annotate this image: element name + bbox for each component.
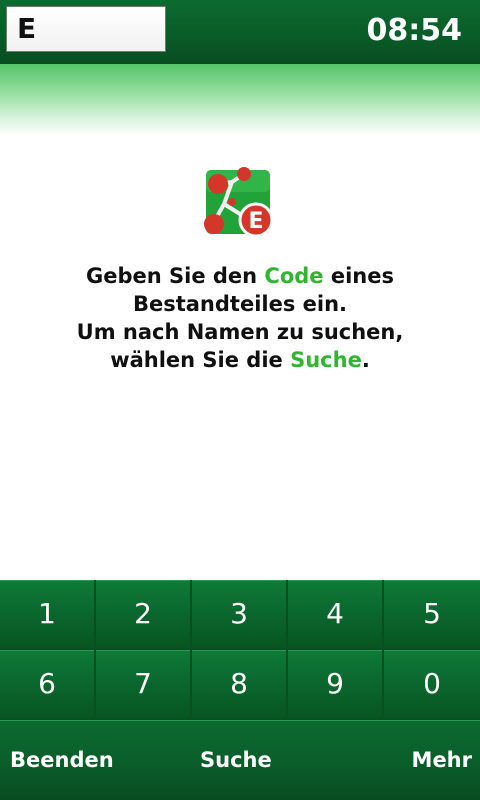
key-9[interactable]: 9	[288, 650, 382, 718]
clock: 08:54	[366, 13, 463, 48]
bottom-menu-bar: Beenden Suche Mehr	[0, 720, 480, 800]
more-button[interactable]: Mehr	[412, 745, 472, 775]
key-8[interactable]: 8	[192, 650, 286, 718]
top-bar: E 08:54	[0, 0, 480, 64]
header-gradient	[0, 64, 480, 136]
search-highlight: Suche	[290, 348, 362, 372]
app-logo-icon: E	[200, 164, 276, 240]
code-input[interactable]: E	[6, 6, 166, 52]
logo-badge-letter: E	[248, 209, 263, 234]
key-4[interactable]: 4	[288, 580, 382, 648]
key-1[interactable]: 1	[0, 580, 94, 648]
message-line-1: Geben Sie den Code eines	[85, 264, 394, 288]
instruction-message: Geben Sie den Code eines Bestandteiles e…	[0, 262, 480, 374]
numeric-keypad: 1 2 3 4 5 6 7 8 9 0	[0, 580, 480, 720]
exit-button[interactable]: Beenden	[10, 745, 114, 775]
screen: E 08:54 E Geben Sie den Code eines Besta…	[0, 0, 480, 800]
key-2[interactable]: 2	[96, 580, 190, 648]
message-line-2: Bestandteiles ein.	[132, 292, 348, 316]
code-highlight: Code	[264, 264, 324, 288]
message-line-3: Um nach Namen zu suchen,	[76, 320, 404, 344]
key-0[interactable]: 0	[384, 650, 480, 718]
key-3[interactable]: 3	[192, 580, 286, 648]
key-5[interactable]: 5	[384, 580, 480, 648]
key-6[interactable]: 6	[0, 650, 94, 718]
key-7[interactable]: 7	[96, 650, 190, 718]
message-line-4: wählen Sie die Suche.	[110, 348, 370, 372]
search-button[interactable]: Suche	[200, 745, 272, 775]
